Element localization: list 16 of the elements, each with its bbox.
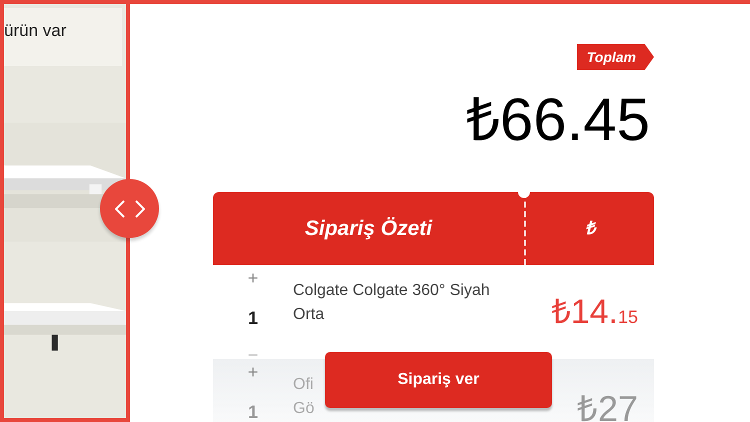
total-amount: ₺66.45 — [466, 90, 650, 150]
quantity: 1 — [248, 401, 258, 422]
banner-text: ürün var — [4, 21, 66, 40]
plus-button[interactable]: + — [248, 363, 258, 381]
item-price: ₺14.15 — [552, 292, 638, 332]
product-name: Ofi Gö — [293, 375, 314, 419]
quantity: 1 — [248, 307, 258, 330]
minus-button[interactable]: − — [248, 346, 258, 364]
plus-button[interactable]: + — [248, 269, 258, 287]
summary-title: Sipariş Özeti — [304, 216, 432, 242]
slide-toggle-button[interactable] — [100, 179, 159, 238]
place-order-button[interactable]: Sipariş ver — [325, 352, 552, 408]
item-price: ₺27 — [576, 387, 638, 422]
chevrons-icon — [114, 200, 144, 218]
total-tag: Toplam — [576, 44, 654, 70]
product-name: Colgate Colgate 360° Siyah Orta — [293, 281, 490, 325]
